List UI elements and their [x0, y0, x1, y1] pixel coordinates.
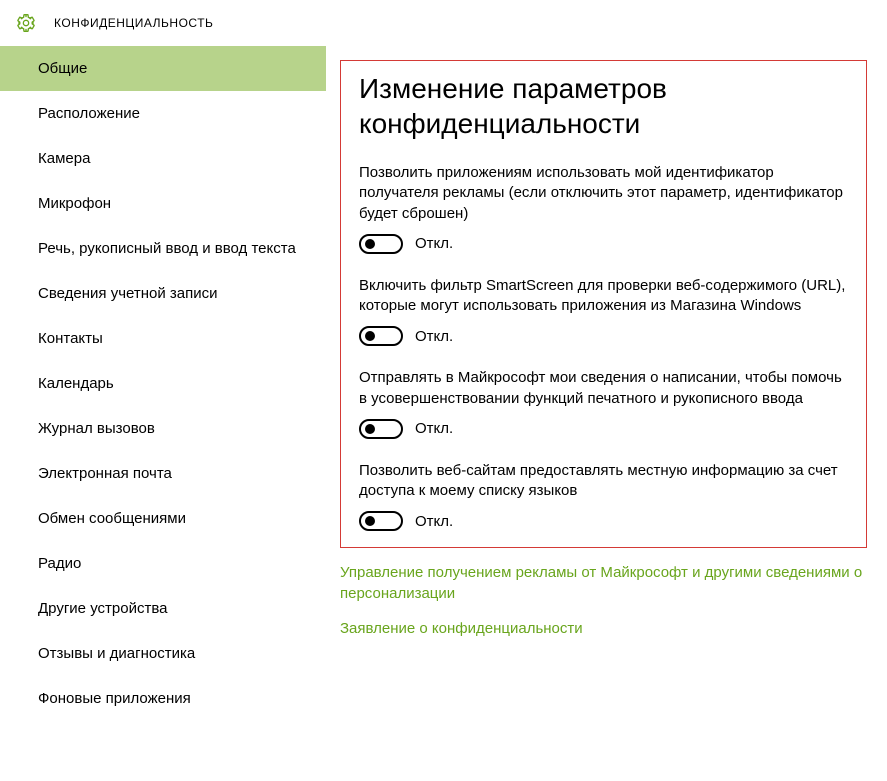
toggle-typing-data[interactable] [359, 419, 403, 439]
privacy-highlight-box: Изменение параметров конфиденциальности … [340, 60, 867, 548]
link-ad-settings[interactable]: Управление получением рекламы от Майкрос… [340, 562, 867, 604]
sidebar-item-microphone[interactable]: Микрофон [0, 181, 326, 226]
setting-smartscreen: Включить фильтр SmartScreen для проверки… [359, 276, 848, 347]
sidebar-item-contacts[interactable]: Контакты [0, 316, 326, 361]
setting-typing-data: Отправлять в Майкрософт мои сведения о н… [359, 368, 848, 439]
sidebar-item-call-history[interactable]: Журнал вызовов [0, 406, 326, 451]
sidebar-item-speech-ink[interactable]: Речь, рукописный ввод и ввод текста [0, 226, 326, 271]
sidebar-item-location[interactable]: Расположение [0, 91, 326, 136]
sidebar-item-background-apps[interactable]: Фоновые приложения [0, 676, 326, 721]
gear-icon [16, 13, 36, 33]
toggle-smartscreen[interactable] [359, 326, 403, 346]
section-title: Изменение параметров конфиденциальности [359, 71, 848, 141]
page-title: КОНФИДЕНЦИАЛЬНОСТЬ [54, 16, 213, 30]
sidebar-item-radio[interactable]: Радио [0, 541, 326, 586]
toggle-knob-icon [365, 516, 375, 526]
toggle-knob-icon [365, 239, 375, 249]
setting-desc: Позволить приложениям использовать мой и… [359, 163, 848, 224]
toggle-language-list[interactable] [359, 511, 403, 531]
setting-advertising-id: Позволить приложениям использовать мой и… [359, 163, 848, 254]
sidebar-item-general[interactable]: Общие [0, 46, 326, 91]
toggle-knob-icon [365, 331, 375, 341]
link-privacy-statement[interactable]: Заявление о конфиденциальности [340, 618, 867, 639]
setting-desc: Отправлять в Майкрософт мои сведения о н… [359, 368, 848, 409]
setting-desc: Включить фильтр SmartScreen для проверки… [359, 276, 848, 317]
main-panel: Изменение параметров конфиденциальности … [326, 46, 887, 781]
setting-language-list: Позволить веб-сайтам предоставлять местн… [359, 461, 848, 532]
sidebar-item-calendar[interactable]: Календарь [0, 361, 326, 406]
toggle-label: Откл. [415, 235, 453, 252]
toggle-advertising-id[interactable] [359, 234, 403, 254]
toggle-knob-icon [365, 424, 375, 434]
sidebar-item-messaging[interactable]: Обмен сообщениями [0, 496, 326, 541]
toggle-label: Откл. [415, 420, 453, 437]
header: КОНФИДЕНЦИАЛЬНОСТЬ [0, 0, 887, 46]
toggle-label: Откл. [415, 513, 453, 530]
sidebar-item-camera[interactable]: Камера [0, 136, 326, 181]
sidebar-item-email[interactable]: Электронная почта [0, 451, 326, 496]
sidebar: Общие Расположение Камера Микрофон Речь,… [0, 46, 326, 781]
sidebar-item-account-info[interactable]: Сведения учетной записи [0, 271, 326, 316]
sidebar-item-feedback[interactable]: Отзывы и диагностика [0, 631, 326, 676]
sidebar-item-other-devices[interactable]: Другие устройства [0, 586, 326, 631]
setting-desc: Позволить веб-сайтам предоставлять местн… [359, 461, 848, 502]
toggle-label: Откл. [415, 328, 453, 345]
